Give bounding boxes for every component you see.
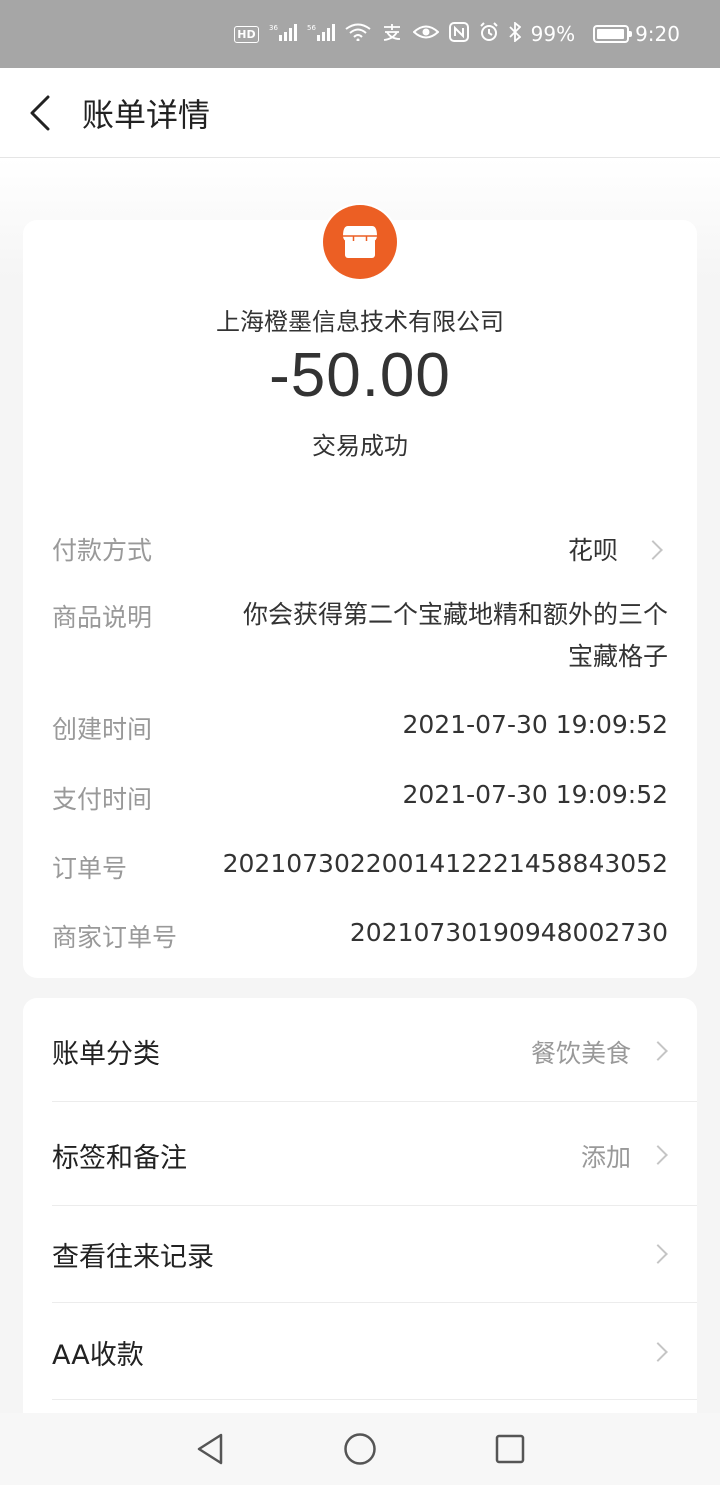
menu-item-history[interactable]: 查看往来记录: [23, 1201, 697, 1304]
menu-label: 查看往来记录: [52, 1242, 214, 1273]
detail-value: 你会获得第二个宝藏地精和额外的三个宝藏格子: [242, 600, 668, 671]
menu-label: AA收款: [52, 1340, 144, 1371]
signal-2-label: 56: [307, 24, 316, 32]
detail-label: 创建时间: [52, 715, 153, 744]
nfc-icon: [448, 22, 469, 46]
triangle-back-icon: [197, 1433, 223, 1465]
status-bar: HD 36 56 99% 9:20: [0, 0, 720, 68]
menu-label: 标签和备注: [52, 1143, 187, 1174]
chevron-right-icon: [648, 1244, 668, 1264]
clock: 9:20: [635, 22, 680, 46]
battery-icon: [593, 25, 633, 43]
square-recents-icon: [495, 1434, 525, 1464]
alarm-icon: [479, 22, 499, 46]
transaction-status: 交易成功: [312, 432, 408, 460]
divider: [52, 1399, 697, 1400]
back-button[interactable]: [0, 68, 80, 158]
signal-1-label: 36: [269, 24, 278, 32]
system-nav-bar: [0, 1413, 720, 1485]
detail-row-description: 商品说明 你会获得第二个宝藏地精和额外的三个宝藏格子: [52, 594, 668, 684]
detail-row-created-time: 创建时间 2021-07-30 19:09:52: [52, 710, 668, 750]
detail-label: 付款方式: [52, 536, 153, 565]
detail-row-paid-time: 支付时间 2021-07-30 19:09:52: [52, 780, 668, 820]
detail-value: 20210730190948002730: [349, 918, 668, 947]
signal-icon-1: 36: [269, 23, 297, 45]
transaction-card: 上海橙墨信息技术有限公司 -50.00 交易成功 付款方式 花呗 商品说明 你会…: [23, 203, 697, 978]
chevron-right-icon: [648, 1145, 668, 1165]
detail-row-order-number: 订单号 2021073022001412221458843052: [52, 849, 668, 889]
status-icons: HD 36 56 99%: [234, 21, 576, 46]
detail-label: 商家订单号: [52, 923, 178, 952]
merchant-name: 上海橙墨信息技术有限公司: [216, 308, 504, 336]
menu-item-bill-category[interactable]: 账单分类 餐饮美食: [23, 998, 697, 1101]
detail-value: 2021-07-30 19:09:52: [402, 710, 668, 739]
shop-icon: [343, 226, 377, 258]
chevron-right-icon: [643, 540, 663, 560]
menu-value: 添加: [580, 1143, 631, 1172]
chevron-right-icon: [648, 1041, 668, 1061]
detail-label: 商品说明: [52, 603, 153, 632]
page-title: 账单详情: [82, 95, 211, 134]
menu-label: 账单分类: [52, 1039, 160, 1070]
chevron-right-icon: [648, 1342, 668, 1362]
nav-bar: 账单详情: [0, 68, 720, 158]
merchant-avatar: [321, 203, 399, 281]
detail-row-merchant-order-number: 商家订单号 20210730190948002730: [52, 918, 668, 958]
detail-value: 花呗: [567, 536, 618, 565]
system-back-button[interactable]: [135, 1413, 285, 1485]
menu-item-aa-collect[interactable]: AA收款: [23, 1299, 697, 1402]
battery-percent: 99%: [530, 22, 576, 46]
signal-icon-2: 56: [307, 23, 335, 45]
wifi-icon: [345, 23, 371, 45]
detail-row-payment-method[interactable]: 付款方式 花呗: [52, 531, 668, 571]
chevron-left-icon: [30, 95, 50, 130]
circle-home-icon: [344, 1433, 376, 1465]
bluetooth-icon: [508, 21, 521, 46]
eye-icon: [412, 23, 440, 45]
alipay-icon: [381, 23, 403, 45]
actions-card: 账单分类 餐饮美食 标签和备注 添加 查看往来记录 AA收款: [23, 998, 697, 1418]
detail-label: 订单号: [52, 854, 128, 883]
detail-value: 2021-07-30 19:09:52: [402, 780, 668, 809]
system-home-button[interactable]: [285, 1413, 435, 1485]
menu-value: 餐饮美食: [530, 1039, 631, 1068]
detail-label: 支付时间: [52, 785, 153, 814]
hd-icon: HD: [234, 25, 259, 43]
system-recents-button[interactable]: [435, 1413, 585, 1485]
detail-value: 2021073022001412221458843052: [222, 849, 668, 878]
transaction-amount: -50.00: [269, 341, 451, 410]
menu-item-tags-notes[interactable]: 标签和备注 添加: [23, 1102, 697, 1205]
